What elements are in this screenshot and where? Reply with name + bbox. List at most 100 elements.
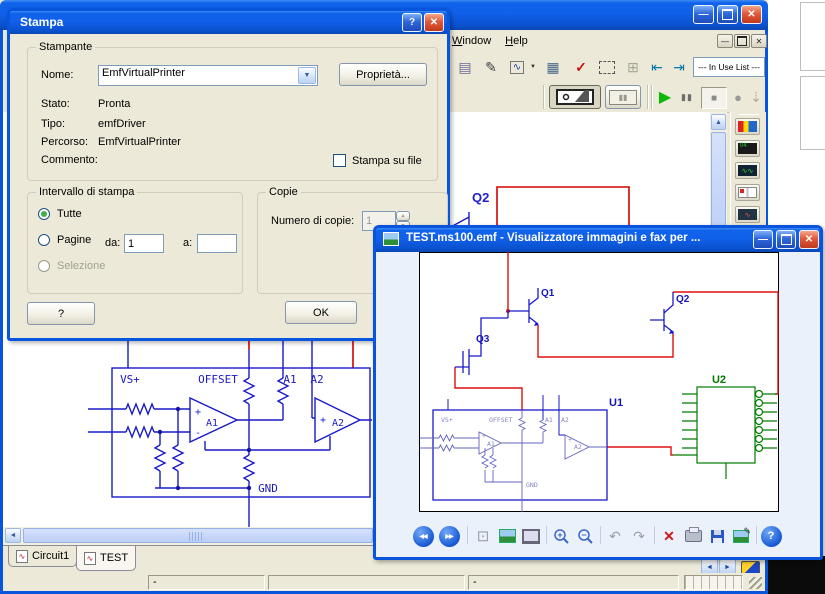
help-button[interactable]: ?: [760, 525, 782, 547]
printer-name-combo[interactable]: EmfVirtualPrinter ▼: [98, 65, 318, 86]
stop-icon: ■: [711, 93, 717, 104]
save-button[interactable]: [706, 525, 728, 547]
viewer-close-button[interactable]: ✕: [799, 230, 819, 249]
maximize-button[interactable]: [717, 5, 738, 24]
distortion-analyzer-button[interactable]: ∿: [735, 206, 760, 223]
dialog-help-icon: ?: [409, 17, 415, 28]
spreadsheet-button[interactable]: ▦: [541, 55, 565, 79]
rotate-right-button[interactable]: ↷: [628, 525, 650, 547]
erase-button[interactable]: ✎: [479, 55, 503, 79]
run-switch-button[interactable]: [549, 85, 601, 109]
viewer-maximize-button[interactable]: [776, 230, 796, 249]
delete-button[interactable]: ✕: [658, 525, 680, 547]
record-button[interactable]: ●: [729, 85, 747, 109]
grapher-dropdown[interactable]: ▼: [530, 64, 536, 70]
viewer-minimize-button[interactable]: —: [753, 230, 773, 249]
multimeter-button[interactable]: [735, 118, 760, 135]
screen: — ✕ Window Help — ✕ ▤ ✎ ∿ ▼ ▦ ✓ ⊞: [0, 0, 825, 594]
print-button[interactable]: [682, 525, 704, 547]
printer-status-value: Pronta: [98, 98, 130, 110]
viewer-titlebar[interactable]: TEST.ms100.emf - Visualizzatore immagini…: [376, 228, 820, 252]
schematic-doc-icon: ∿: [84, 552, 96, 565]
postprocessor-button[interactable]: ▤: [453, 55, 477, 79]
opamp2-plus: +: [320, 415, 326, 426]
viewer-q1-label: Q1: [541, 288, 555, 299]
rotate-left-button[interactable]: ↶: [604, 525, 626, 547]
oscilloscope-button[interactable]: ∿∿: [735, 162, 760, 179]
tab-test[interactable]: ∿ TEST: [76, 546, 136, 571]
status-bar: - -: [3, 573, 765, 591]
background-page: [800, 76, 825, 150]
zoom-out-button[interactable]: −: [574, 525, 596, 547]
viewer-window: TEST.ms100.emf - Visualizzatore immagini…: [373, 225, 823, 560]
previous-image-button[interactable]: ◀◀: [412, 525, 434, 547]
horizontal-scroll-thumb[interactable]: [23, 528, 373, 543]
viewer-minimize-icon: —: [758, 234, 768, 245]
range-pages-radio[interactable]: [38, 234, 50, 246]
pages-to-input[interactable]: [197, 234, 237, 253]
dialog-help-button[interactable]: ?: [402, 13, 422, 32]
edit-button[interactable]: ✎: [730, 525, 752, 547]
slideshow-button[interactable]: [520, 525, 542, 547]
mdi-minimize-button[interactable]: —: [717, 34, 733, 48]
hierarchy-button[interactable]: ⊞: [621, 55, 645, 79]
combo-dropdown-icon[interactable]: ▼: [298, 67, 316, 84]
range-all-radio[interactable]: [38, 208, 50, 220]
copies-number-label: Numero di copie:: [271, 215, 354, 227]
mdi-minimize-icon: —: [721, 30, 729, 53]
grapher-button[interactable]: ∿: [505, 55, 529, 79]
next-image-button[interactable]: ▶▶: [438, 525, 460, 547]
mdi-close-icon: ✕: [756, 30, 763, 53]
function-generator-button[interactable]: 04: [735, 140, 760, 157]
zoom-in-icon: +: [557, 530, 562, 540]
rotate-right-icon: ↷: [633, 528, 645, 545]
scroll-up-button[interactable]: ▲: [711, 114, 726, 130]
printer-name-value: EmfVirtualPrinter: [102, 67, 185, 79]
viewer-close-icon: ✕: [805, 234, 813, 245]
slideshow-icon: [522, 529, 540, 544]
mdi-restore-button[interactable]: [734, 34, 750, 48]
bode-plotter-button[interactable]: [735, 184, 760, 201]
properties-button[interactable]: Proprietà...: [339, 63, 427, 86]
dialog-titlebar[interactable]: Stampa ? ✕: [10, 11, 447, 34]
menu-help[interactable]: Help: [505, 30, 528, 53]
transfer-out-button[interactable]: ⇥: [667, 55, 691, 79]
opamp2-name: A2: [332, 418, 344, 429]
printer-comment-label: Commento:: [41, 154, 98, 166]
close-button[interactable]: ✕: [741, 5, 762, 24]
help-icon: ?: [768, 530, 775, 542]
image-file-icon: [383, 232, 399, 246]
thumb-grip: [189, 532, 203, 541]
best-fit-icon: ⊡: [477, 527, 490, 545]
in-use-list-combo[interactable]: --- In Use List ---: [693, 57, 765, 77]
opamp1-minus: -: [195, 428, 201, 439]
dialog-close-button[interactable]: ✕: [424, 13, 444, 32]
zoom-in-button[interactable]: +: [550, 525, 572, 547]
tab-circuit1[interactable]: ∿ Circuit1: [8, 546, 77, 567]
erc-check-button[interactable]: ✓: [569, 55, 593, 79]
mdi-close-button[interactable]: ✕: [751, 34, 767, 48]
dialog-help2-button[interactable]: ?: [27, 302, 95, 325]
transfer-in-button[interactable]: ⇤: [645, 55, 669, 79]
spinner-up-button[interactable]: ▲: [396, 211, 410, 221]
pause-switch-button[interactable]: ▮▮: [605, 85, 641, 109]
scroll-left-button[interactable]: ◄: [5, 528, 21, 543]
gnd-label: GND: [258, 482, 278, 495]
best-fit-button[interactable]: ⊡: [472, 525, 494, 547]
pause-button[interactable]: ▮▮: [677, 85, 697, 109]
offset-label: OFFSET: [198, 373, 238, 386]
resize-grip[interactable]: [749, 577, 762, 589]
range-selection-radio[interactable]: [38, 260, 50, 272]
run-button[interactable]: ▶: [655, 85, 675, 109]
ok-button[interactable]: OK: [285, 301, 357, 324]
region-select-button[interactable]: [595, 55, 619, 79]
previous-icon: ◀◀: [419, 533, 426, 540]
minimize-button[interactable]: —: [693, 5, 714, 24]
menu-window[interactable]: Window: [452, 30, 491, 53]
stop-button[interactable]: ■: [701, 87, 727, 109]
actual-size-button[interactable]: [496, 525, 518, 547]
print-to-file-checkbox[interactable]: [333, 154, 346, 167]
step-icon: ⇣: [750, 89, 762, 106]
pages-from-input[interactable]: [124, 234, 164, 253]
step-button[interactable]: ⇣: [747, 85, 765, 109]
